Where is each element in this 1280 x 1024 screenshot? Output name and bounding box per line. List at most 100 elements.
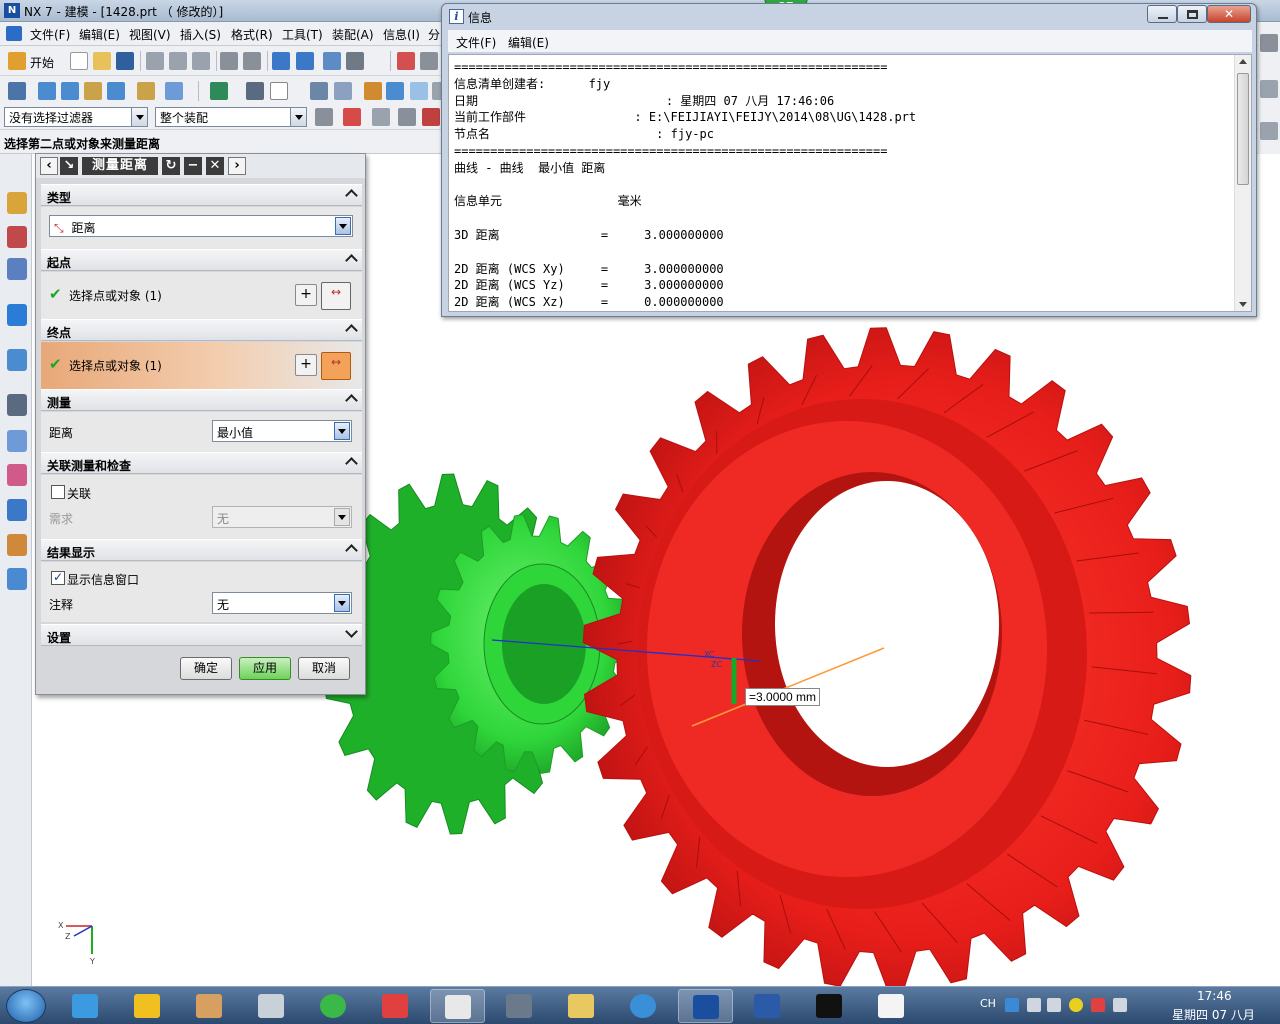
cylinder-icon[interactable] xyxy=(165,82,183,100)
start-section-header[interactable]: 起点 xyxy=(41,249,362,271)
info-menu-file[interactable]: 文件(F) xyxy=(456,34,496,51)
assembly-icon[interactable] xyxy=(210,82,228,100)
gear-icon[interactable] xyxy=(1027,998,1041,1012)
history-icon[interactable] xyxy=(7,394,27,416)
part-navigator-icon[interactable] xyxy=(7,258,27,280)
select-cube-icon[interactable] xyxy=(398,108,416,126)
chevron-down-icon[interactable] xyxy=(334,594,350,612)
flag-icon[interactable] xyxy=(1091,998,1105,1012)
menu-assembly[interactable]: 装配(A) xyxy=(332,26,374,43)
target-icon[interactable] xyxy=(422,108,440,126)
chevron-up-icon[interactable] xyxy=(345,324,358,337)
chevron-down-icon[interactable] xyxy=(334,422,350,440)
ok-button[interactable]: 确定 xyxy=(180,657,232,680)
boss-icon[interactable] xyxy=(107,82,125,100)
orient-icon[interactable] xyxy=(386,82,404,100)
section-icon[interactable] xyxy=(410,82,428,100)
start-button[interactable]: 开始 xyxy=(30,54,54,71)
show-info-window-checkbox[interactable]: ✓ xyxy=(51,571,65,585)
settings-section-header[interactable]: 设置 xyxy=(41,624,362,646)
sketch-icon[interactable] xyxy=(8,82,26,100)
undo-icon[interactable] xyxy=(220,52,238,70)
ime-indicator[interactable]: CH xyxy=(980,997,996,1010)
render-style-icon[interactable] xyxy=(364,82,382,100)
resize-icon[interactable] xyxy=(1260,34,1278,52)
start-icon[interactable] xyxy=(8,52,26,70)
menu-edit[interactable]: 编辑(E) xyxy=(79,26,120,43)
scrollbar-thumb[interactable] xyxy=(1237,73,1249,185)
snap-point-icon[interactable] xyxy=(343,108,361,126)
associative-checkbox[interactable] xyxy=(51,485,65,499)
system-materials-icon[interactable] xyxy=(7,430,27,452)
end-selection-label[interactable]: 选择点或对象 (1) xyxy=(69,357,162,374)
select-object-icon[interactable]: ↔ xyxy=(321,352,351,380)
datum-icon[interactable] xyxy=(137,82,155,100)
taskbar-app-8[interactable] xyxy=(492,989,547,1023)
chevron-up-icon[interactable] xyxy=(345,189,358,202)
menu-analysis[interactable]: 分 xyxy=(428,26,440,43)
menu-format[interactable]: 格式(R) xyxy=(231,26,273,43)
network-icon[interactable] xyxy=(1047,998,1061,1012)
collapse-icon[interactable]: − xyxy=(184,157,202,175)
select-arrow-icon[interactable] xyxy=(372,108,390,126)
system-scenes-icon[interactable] xyxy=(7,568,27,590)
start-selection-label[interactable]: 选择点或对象 (1) xyxy=(69,287,162,304)
clock-date[interactable]: 星期四 07 八月 xyxy=(1172,1006,1255,1023)
chevron-down-icon[interactable] xyxy=(290,108,306,126)
scroll-up-icon[interactable] xyxy=(1239,59,1247,64)
chevron-up-icon[interactable] xyxy=(345,457,358,470)
taskbar-app-4[interactable] xyxy=(244,989,299,1023)
menu-tools[interactable]: 工具(T) xyxy=(282,26,323,43)
cut-icon[interactable] xyxy=(146,52,164,70)
zoom-icon[interactable] xyxy=(420,52,438,70)
taskbar-app-5[interactable] xyxy=(306,989,361,1023)
pin-icon[interactable]: ↘ xyxy=(60,157,78,175)
taskbar-app-10[interactable] xyxy=(616,989,671,1023)
layers-icon[interactable] xyxy=(246,82,264,100)
chevron-down-icon[interactable] xyxy=(335,217,351,235)
end-section-header[interactable]: 终点 xyxy=(41,319,362,341)
taskbar-cmd[interactable] xyxy=(802,989,857,1023)
scroll-down-icon[interactable] xyxy=(1239,302,1247,307)
open-folder-icon[interactable] xyxy=(93,52,111,70)
selection-scope-dropdown[interactable]: 整个装配 xyxy=(155,107,307,127)
taskbar-word[interactable] xyxy=(740,989,795,1023)
wireframe-icon[interactable] xyxy=(334,82,352,100)
chevron-up-icon[interactable] xyxy=(345,394,358,407)
view-options-icon[interactable] xyxy=(346,52,364,70)
selection-filter-dropdown[interactable]: 没有选择过滤器 xyxy=(4,107,148,127)
taskbar-window[interactable] xyxy=(864,989,919,1023)
redo-icon[interactable] xyxy=(243,52,261,70)
scroll-icon[interactable] xyxy=(1260,122,1278,140)
volume-icon[interactable] xyxy=(1113,998,1127,1012)
reuse-library-icon[interactable] xyxy=(7,304,27,326)
shade-icon[interactable] xyxy=(310,82,328,100)
ring-gear[interactable] xyxy=(582,327,1192,986)
info-menu-edit[interactable]: 编辑(E) xyxy=(508,34,549,51)
constraint-navigator-icon[interactable] xyxy=(7,226,27,248)
point-dialog-icon[interactable]: + xyxy=(295,354,317,376)
assoc-section-header[interactable]: 关联测量和检查 xyxy=(41,452,362,474)
taskbar-app-7[interactable] xyxy=(430,989,485,1023)
chevron-down-icon[interactable] xyxy=(345,625,358,638)
type-dropdown[interactable]: ⤡ 距离 xyxy=(49,215,353,237)
chevron-down-icon[interactable] xyxy=(131,108,147,126)
hole-icon[interactable] xyxy=(84,82,102,100)
manufacturing-wizard-icon[interactable] xyxy=(7,499,27,521)
apply-button[interactable]: 应用 xyxy=(239,657,291,680)
blank-icon[interactable] xyxy=(270,82,288,100)
taskbar-app-9[interactable] xyxy=(554,989,609,1023)
taskbar-app-2[interactable] xyxy=(120,989,175,1023)
measure-section-header[interactable]: 测量 xyxy=(41,389,362,411)
chevron-up-icon[interactable] xyxy=(345,544,358,557)
chevron-left-icon[interactable]: ‹ xyxy=(40,157,58,175)
maximize-button[interactable] xyxy=(1177,5,1207,23)
copy-icon[interactable] xyxy=(169,52,187,70)
text-icon[interactable] xyxy=(296,52,314,70)
point-dialog-icon[interactable]: + xyxy=(295,284,317,306)
taskbar-app-1[interactable] xyxy=(58,989,113,1023)
revolve-icon[interactable] xyxy=(61,82,79,100)
chevron-up-icon[interactable] xyxy=(345,254,358,267)
close-button[interactable]: ✕ xyxy=(1207,5,1251,23)
close-icon[interactable]: ✕ xyxy=(206,157,224,175)
